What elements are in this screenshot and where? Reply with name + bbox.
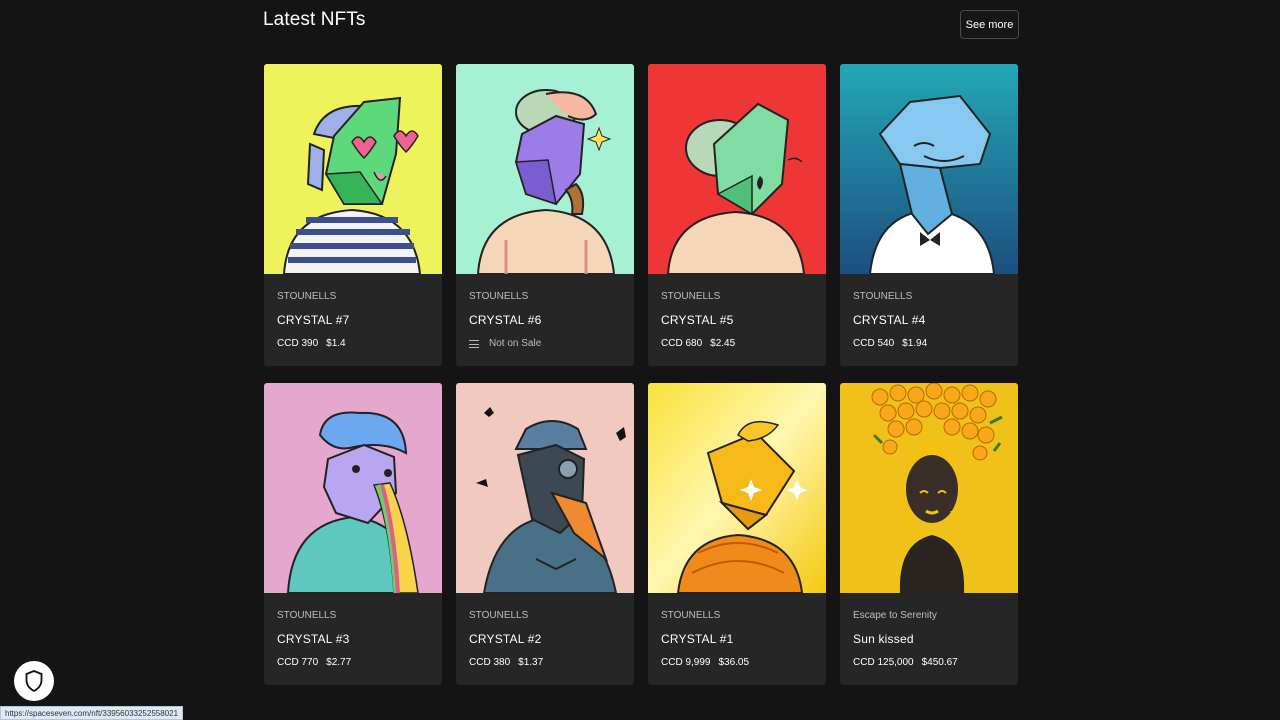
section-title: Latest NFTs	[263, 9, 366, 30]
nft-name[interactable]: CRYSTAL #5	[661, 313, 813, 327]
collection-name: STOUNELLS	[469, 291, 529, 302]
nft-card-crystal-5[interactable]: STOUNELLS CRYSTAL #5 CCD 680 $2.45	[648, 64, 826, 366]
nft-card-crystal-6[interactable]: STOUNELLS CRYSTAL #6 Not on Sale	[456, 64, 634, 366]
nft-card-crystal-7[interactable]: STOUNELLS CRYSTAL #7 CCD 390 $1.4	[264, 64, 442, 366]
collection-name: Escape to Serenity	[853, 610, 937, 621]
nft-card-crystal-3[interactable]: STOUNELLS CRYSTAL #3 CCD 770 $2.77	[264, 383, 442, 685]
nft-price: CCD 390 $1.4	[277, 338, 346, 349]
nft-name[interactable]: Sun kissed	[853, 632, 1005, 646]
nft-name[interactable]: CRYSTAL #1	[661, 632, 813, 646]
nft-card-crystal-4[interactable]: STOUNELLS CRYSTAL #4 CCD 540 $1.94	[840, 64, 1018, 366]
see-more-button[interactable]: See more	[960, 10, 1019, 39]
nft-price: CCD 380 $1.37	[469, 657, 544, 668]
nft-card-crystal-2[interactable]: STOUNELLS CRYSTAL #2 CCD 380 $1.37	[456, 383, 634, 685]
nft-card-sun-kissed[interactable]: Escape to Serenity Sun kissed CCD 125,00…	[840, 383, 1018, 685]
nft-name[interactable]: CRYSTAL #6	[469, 313, 621, 327]
nft-price: CCD 540 $1.94	[853, 338, 928, 349]
nft-price: CCD 125,000 $450.67	[853, 657, 958, 668]
nft-image[interactable]	[264, 383, 442, 593]
nft-image[interactable]	[456, 64, 634, 274]
nft-grid: STOUNELLS CRYSTAL #7 CCD 390 $1.4 STOUNEL…	[264, 64, 1018, 685]
sale-status: Not on Sale	[469, 338, 621, 350]
collection-name: STOUNELLS	[277, 610, 337, 621]
nft-price: CCD 680 $2.45	[661, 338, 736, 349]
collection-name: STOUNELLS	[853, 291, 913, 302]
list-icon	[469, 340, 479, 348]
nft-image[interactable]	[648, 383, 826, 593]
nft-name[interactable]: CRYSTAL #3	[277, 632, 429, 646]
status-bar-url: https://spaceseven.com/nft/3395603325255…	[0, 706, 184, 720]
nft-image[interactable]	[840, 383, 1018, 593]
shield-icon	[25, 670, 43, 692]
nft-name[interactable]: CRYSTAL #2	[469, 632, 621, 646]
nft-image[interactable]	[840, 64, 1018, 274]
nft-price: CCD 9,999 $36.05	[661, 657, 750, 668]
privacy-shield-button[interactable]	[14, 661, 54, 701]
collection-name: STOUNELLS	[661, 291, 721, 302]
nft-name[interactable]: CRYSTAL #4	[853, 313, 1005, 327]
collection-name: STOUNELLS	[277, 291, 337, 302]
collection-name: STOUNELLS	[661, 610, 721, 621]
collection-name: STOUNELLS	[469, 610, 529, 621]
nft-name[interactable]: CRYSTAL #7	[277, 313, 429, 327]
nft-price: CCD 770 $2.77	[277, 657, 352, 668]
nft-image[interactable]	[648, 64, 826, 274]
nft-card-crystal-1[interactable]: STOUNELLS CRYSTAL #1 CCD 9,999 $36.05	[648, 383, 826, 685]
nft-image[interactable]	[456, 383, 634, 593]
nft-image[interactable]	[264, 64, 442, 274]
